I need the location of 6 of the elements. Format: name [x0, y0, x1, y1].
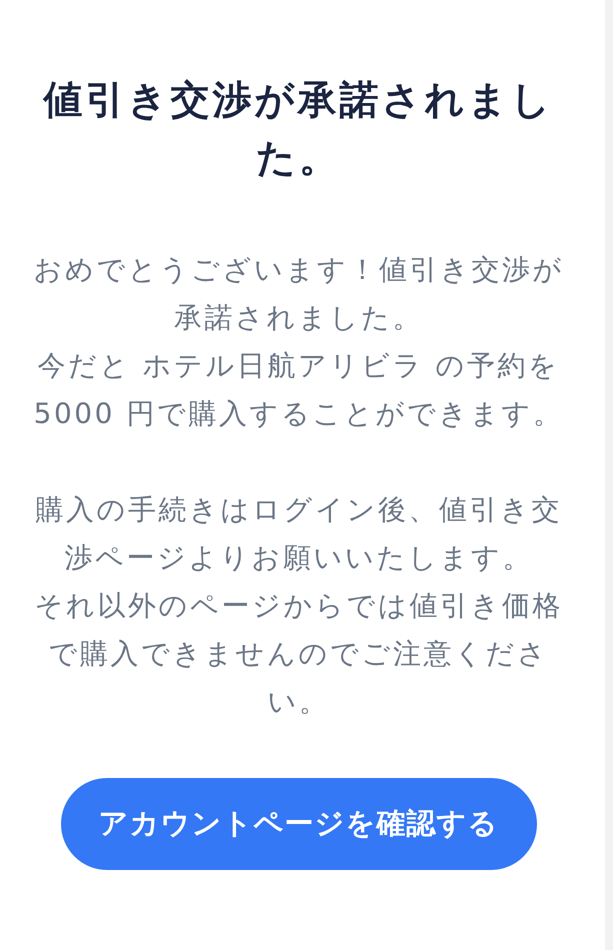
message-text: 購入の手続きはログイン後、値引き交渉ページよりお願いいたします。	[34, 492, 563, 576]
message-text: おめでとうございます！値引き交渉が承諾されました。	[32, 252, 565, 336]
message-text: それ以外のページからでは値引き価格で購入できませんのでご注意ください。	[33, 588, 564, 720]
message-text: 今だと ホテル日航アリビラ の予約を 5000 円で購入することができます。	[32, 348, 564, 432]
account-page-button[interactable]: アカウントページを確認する	[60, 778, 536, 870]
page-heading: 値引き交渉が承諾されました。	[42, 77, 554, 183]
